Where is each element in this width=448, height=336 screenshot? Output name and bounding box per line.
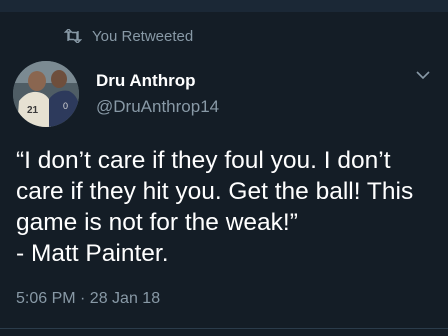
avatar-photo-icon: 21 0 (13, 61, 79, 127)
divider (0, 328, 448, 329)
avatar[interactable]: 21 0 (13, 61, 79, 127)
author-name[interactable]: Dru Anthrop (96, 70, 219, 92)
author-handle[interactable]: @DruAnthrop14 (96, 96, 219, 118)
tweet-timestamp[interactable]: 5:06 PM · 28 Jan 18 (16, 290, 160, 308)
chevron-down-icon[interactable] (414, 68, 432, 82)
svg-text:0: 0 (63, 101, 68, 111)
tweet-text: “I don’t care if they foul you. I don’t … (16, 147, 414, 267)
retweet-context: You Retweeted (64, 24, 193, 48)
retweet-label: You Retweeted (92, 27, 194, 45)
svg-text:21: 21 (27, 105, 39, 116)
retweet-icon (64, 29, 82, 43)
author-block: Dru Anthrop @DruAnthrop14 (96, 70, 219, 118)
top-bar (0, 0, 448, 12)
